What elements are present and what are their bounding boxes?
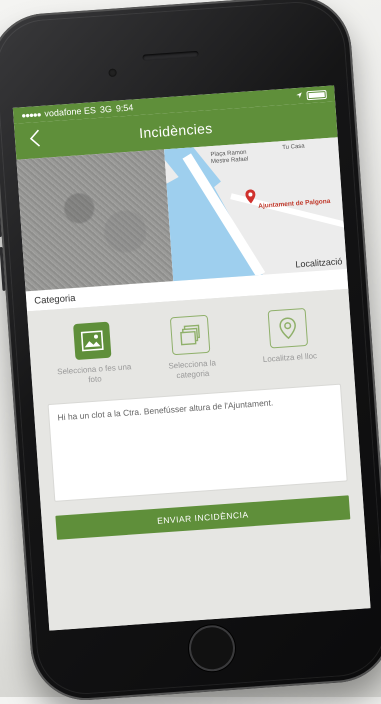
- localization-label[interactable]: Localització: [295, 256, 343, 269]
- app-screen: ●●●●● vodafone ES 3G 9:54 Incidències Pl…: [12, 85, 371, 631]
- image-icon: [73, 321, 112, 361]
- locate-action-label: Localitza el lloc: [262, 351, 318, 365]
- battery-icon: [306, 89, 327, 100]
- photo-action-label: Selecciona o fes una foto: [56, 362, 132, 385]
- form-area: Selecciona o fes una foto Selecciona la …: [27, 288, 371, 631]
- media-row: Plaça Ramon Mestre Rafael Tu Casa Ajunta…: [16, 137, 347, 292]
- map-street-label: Mestre Rafael: [210, 156, 249, 166]
- clock-time: 9:54: [115, 102, 134, 114]
- stack-icon: [169, 314, 211, 356]
- location-map[interactable]: Plaça Ramon Mestre Rafael Tu Casa Ajunta…: [164, 137, 347, 282]
- location-pin-icon: [267, 307, 309, 349]
- page-title: Incidències: [138, 119, 213, 142]
- volume-up-button: [0, 193, 2, 238]
- locate-action-button[interactable]: Localitza el lloc: [248, 307, 330, 376]
- signal-strength-icon: ●●●●●: [21, 109, 41, 120]
- category-action-button[interactable]: Selecciona la categoria: [150, 313, 232, 382]
- chevron-left-icon: [28, 128, 42, 152]
- map-pin-icon: [245, 189, 256, 209]
- incident-photo[interactable]: [16, 149, 174, 292]
- photo-action-button[interactable]: Selecciona o fes una foto: [52, 320, 134, 389]
- smartphone-frame: ●●●●● vodafone ES 3G 9:54 Incidències Pl…: [0, 0, 381, 704]
- back-button[interactable]: [22, 128, 48, 154]
- category-label: Categoria: [33, 292, 76, 307]
- map-street-label: Tu Casa: [282, 143, 305, 152]
- location-arrow-icon: [295, 91, 303, 101]
- description-textarea[interactable]: Hi ha un clot a la Ctra. Benefússer altu…: [47, 383, 348, 502]
- send-incident-button[interactable]: ENVIAR INCIDÈNCIA: [55, 495, 351, 540]
- carrier-name: vodafone ES: [44, 105, 97, 119]
- volume-down-button: [0, 246, 6, 292]
- category-action-label: Selecciona la categoria: [168, 358, 217, 381]
- network-type: 3G: [99, 103, 113, 115]
